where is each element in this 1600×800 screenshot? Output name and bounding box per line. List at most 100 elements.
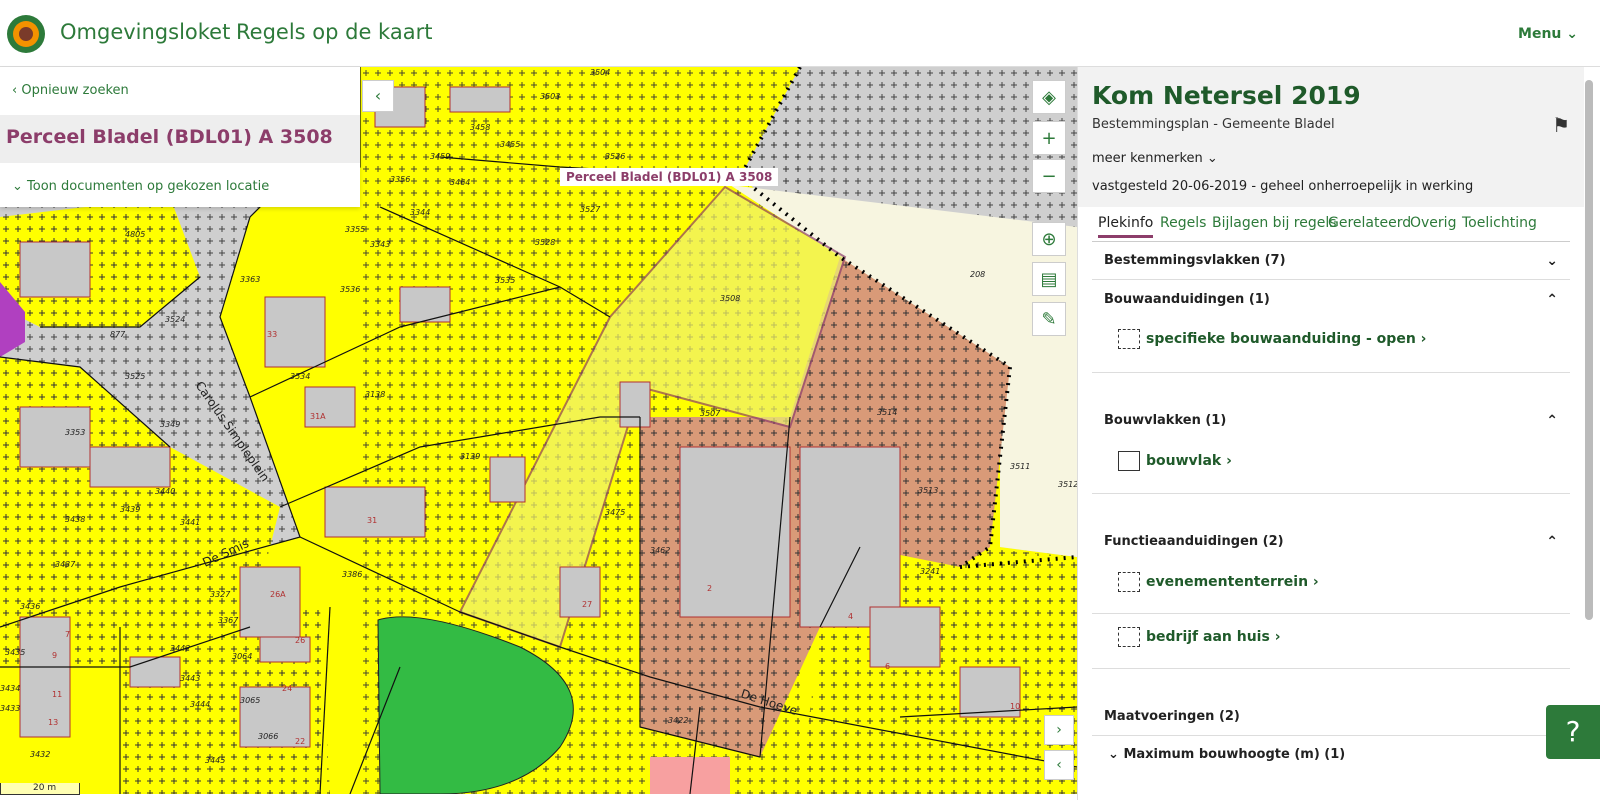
item-bouwvlak[interactable]: bouwvlak ›	[1118, 451, 1232, 471]
chevron-left-icon: ‹	[374, 86, 382, 105]
item-label: specifieke bouwaanduiding - open	[1146, 331, 1416, 347]
chevron-right-icon: ›	[1056, 722, 1062, 738]
svg-text:3441: 3441	[180, 518, 200, 527]
svg-text:3475: 3475	[605, 508, 625, 517]
expand-right-button[interactable]: ›	[1044, 715, 1074, 745]
svg-text:3435: 3435	[5, 648, 25, 657]
svg-text:3422: 3422	[668, 716, 688, 725]
zone-pink	[650, 757, 730, 794]
app-title: Regels op de kaart	[236, 20, 433, 44]
svg-text:3367: 3367	[218, 616, 239, 625]
svg-text:3438: 3438	[65, 515, 85, 524]
svg-text:3064: 3064	[232, 652, 252, 661]
tab-plekinfo[interactable]: Plekinfo	[1098, 215, 1154, 238]
top-header: Omgevingsloket Regels op de kaart Menu ⌄	[0, 0, 1600, 67]
section-maatvoeringen[interactable]: Maatvoeringen (2)	[1104, 709, 1570, 724]
chevron-down-icon: ⌄	[1206, 151, 1218, 166]
divider	[1092, 493, 1570, 494]
chevron-up-icon: ⌃	[1546, 292, 1558, 308]
svg-text:3445: 3445	[205, 756, 225, 765]
svg-text:13: 13	[48, 718, 58, 727]
item-label: bouwvlak	[1146, 453, 1222, 469]
back-link[interactable]: ‹ Opnieuw zoeken	[12, 83, 129, 98]
svg-text:877: 877	[110, 330, 126, 339]
svg-text:3536: 3536	[340, 285, 360, 294]
tab-overig[interactable]: Overig	[1410, 215, 1456, 231]
svg-text:3508: 3508	[720, 294, 740, 303]
tab-gerelateerd[interactable]: Gerelateerd	[1328, 215, 1411, 231]
section-bouwaanduidingen[interactable]: Bouwaanduidingen (1) ⌃	[1104, 292, 1570, 308]
svg-text:11: 11	[52, 690, 62, 699]
measure-button[interactable]: ▤	[1032, 262, 1066, 296]
svg-text:3534: 3534	[290, 372, 310, 381]
zoom-out-button[interactable]: −	[1032, 159, 1066, 193]
chevron-up-icon: ⌃	[1546, 413, 1558, 429]
svg-text:3512: 3512	[1058, 480, 1077, 489]
svg-text:3349: 3349	[160, 420, 180, 429]
collapse-panel-button[interactable]: ‹	[362, 80, 394, 112]
tab-regels[interactable]: Regels	[1160, 215, 1206, 231]
svg-text:3507: 3507	[700, 409, 721, 418]
section-label: Bouwaanduidingen (1)	[1104, 292, 1270, 307]
show-documents-link[interactable]: ⌄ Toon documenten op gekozen locatie	[12, 179, 269, 194]
divider	[1092, 668, 1570, 669]
svg-text:24: 24	[282, 684, 292, 693]
search-panel: ‹ Opnieuw zoeken Perceel Bladel (BDL01) …	[0, 67, 360, 207]
svg-text:3066: 3066	[258, 732, 278, 741]
item-evenemententerrein[interactable]: evenemententerrein ›	[1118, 572, 1319, 592]
map-pin-icon[interactable]: ⚑	[1552, 113, 1570, 137]
item-label: evenemententerrein	[1146, 574, 1309, 590]
chevron-right-icon: ›	[1226, 453, 1232, 469]
expand-left-button[interactable]: ‹	[1044, 750, 1074, 780]
menu-label: Menu	[1518, 26, 1562, 42]
map-scale-bar: 20 m	[0, 783, 80, 795]
more-properties-toggle[interactable]: meer kenmerken ⌄	[1092, 151, 1218, 166]
svg-text:208: 208	[970, 270, 985, 279]
omgevingsloket-logo-icon[interactable]	[6, 14, 46, 54]
legend-swatch	[1118, 329, 1140, 349]
section-label: Bestemmingsvlakken (7)	[1104, 253, 1286, 268]
tab-toelichting[interactable]: Toelichting	[1462, 215, 1537, 231]
locate-button[interactable]: ⊕	[1032, 222, 1066, 256]
menu-button[interactable]: Menu ⌄	[1518, 26, 1578, 42]
draw-button[interactable]: ✎	[1032, 302, 1066, 336]
chevron-up-icon: ⌃	[1546, 534, 1558, 550]
section-bestemmingsvlakken[interactable]: Bestemmingsvlakken (7) ⌄	[1104, 253, 1570, 269]
svg-text:3462: 3462	[650, 546, 670, 555]
help-button[interactable]: ?	[1546, 705, 1600, 759]
svg-text:3458: 3458	[470, 123, 490, 132]
legend-swatch	[1118, 572, 1140, 592]
svg-text:3528: 3528	[535, 238, 555, 247]
tab-bijlagen[interactable]: Bijlagen bij regels	[1212, 215, 1337, 231]
svg-text:3353: 3353	[65, 428, 85, 437]
layers-button[interactable]: ◈	[1032, 80, 1066, 114]
svg-text:4: 4	[848, 612, 853, 621]
brand-name[interactable]: Omgevingsloket	[60, 20, 230, 44]
info-side-panel: Kom Netersel 2019 Bestemmingsplan - Geme…	[1077, 67, 1584, 800]
section-bouwvlakken[interactable]: Bouwvlakken (1) ⌃	[1104, 413, 1570, 429]
svg-text:9: 9	[52, 651, 57, 660]
svg-text:3525: 3525	[125, 372, 145, 381]
svg-text:3065: 3065	[240, 696, 260, 705]
item-specifieke-bouwaanduiding[interactable]: specifieke bouwaanduiding - open ›	[1118, 329, 1426, 349]
svg-text:3524: 3524	[165, 315, 185, 324]
svg-text:3434: 3434	[0, 684, 20, 693]
svg-text:3526: 3526	[605, 152, 625, 161]
divider	[1092, 279, 1570, 280]
section-functieaanduidingen[interactable]: Functieaanduidingen (2) ⌃	[1104, 534, 1570, 550]
zoom-in-button[interactable]: +	[1032, 121, 1066, 155]
plan-title: Kom Netersel 2019	[1092, 81, 1361, 110]
svg-text:3433: 3433	[0, 704, 20, 713]
chevron-down-icon: ⌄	[1108, 747, 1119, 762]
plan-status: vastgesteld 20-06-2019 - geheel onherroe…	[1092, 179, 1474, 194]
svg-text:10: 10	[1010, 702, 1020, 711]
item-bedrijf-aan-huis[interactable]: bedrijf aan huis ›	[1118, 627, 1280, 647]
divider	[1092, 613, 1570, 614]
subsection-max-bouwhoogte[interactable]: ⌄ Maximum bouwhoogte (m) (1)	[1108, 747, 1574, 762]
side-panel-scrollbar[interactable]	[1585, 80, 1593, 620]
svg-text:3444: 3444	[190, 700, 210, 709]
divider	[1092, 372, 1570, 373]
svg-text:31: 31	[367, 516, 377, 525]
svg-text:3386: 3386	[342, 570, 362, 579]
svg-text:22: 22	[295, 737, 305, 746]
